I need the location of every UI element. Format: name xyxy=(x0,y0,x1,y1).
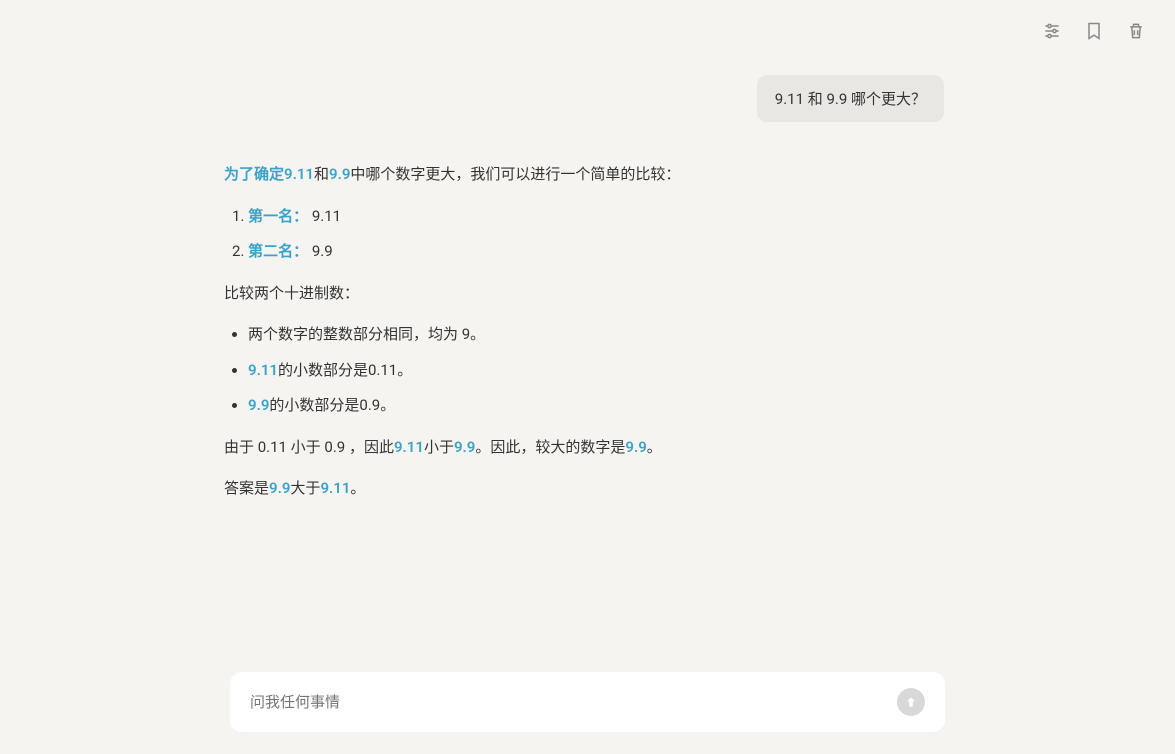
conclusion-highlight: 9.9 xyxy=(454,438,475,456)
trash-icon[interactable] xyxy=(1125,20,1147,42)
intro-highlight-1: 为了确定9.11 xyxy=(224,165,314,183)
list-value: 9.11 xyxy=(308,207,341,225)
user-message-bubble: 9.11 和 9.9 哪个更大？ xyxy=(757,75,944,122)
conclusion-text: 小于 xyxy=(424,438,454,456)
conversation-area: 9.11 和 9.9 哪个更大？ 为了确定9.11和9.9中哪个数字更大，我们可… xyxy=(224,75,944,518)
settings-icon[interactable] xyxy=(1041,20,1063,42)
list-label: 第二名： xyxy=(248,242,308,260)
assistant-message: 为了确定9.11和9.9中哪个数字更大，我们可以进行一个简单的比较： 1. 第一… xyxy=(224,162,944,502)
intro-mid1: 和 xyxy=(314,165,329,183)
intro-highlight-2: 9.9 xyxy=(329,165,350,183)
send-button[interactable] xyxy=(897,688,925,716)
message-input-bar xyxy=(230,672,945,732)
conclusion-text: 由于 0.11 小于 0.9 ，因此 xyxy=(224,438,394,456)
list-num: 2. xyxy=(232,242,248,260)
user-message-text: 9.11 和 9.9 哪个更大？ xyxy=(775,90,926,108)
intro-suffix: 中哪个数字更大，我们可以进行一个简单的比较： xyxy=(350,165,680,183)
answer-highlight: 9.11 xyxy=(320,479,350,497)
list-item: 1. 第一名： 9.11 xyxy=(232,204,944,230)
list-item: 两个数字的整数部分相同，均为 9。 xyxy=(248,322,944,348)
bullet-highlight: 9.9 xyxy=(248,396,269,414)
top-toolbar xyxy=(1041,20,1147,42)
arrow-up-icon xyxy=(904,695,918,709)
answer-text: 答案是 xyxy=(224,479,269,497)
bullet-highlight: 9.11 xyxy=(248,361,278,379)
message-input[interactable] xyxy=(250,694,897,711)
conclusion-2: 答案是9.9大于9.11。 xyxy=(224,476,944,502)
list-item: 2. 第二名： 9.9 xyxy=(232,239,944,265)
answer-text: 。 xyxy=(350,479,365,497)
ranking-list: 1. 第一名： 9.11 2. 第二名： 9.9 xyxy=(232,204,944,265)
conclusion-1: 由于 0.11 小于 0.9 ，因此9.11小于9.9。因此，较大的数字是9.9… xyxy=(224,435,944,461)
bookmark-icon[interactable] xyxy=(1083,20,1105,42)
conclusion-text: 。 xyxy=(647,438,662,456)
compare-heading: 比较两个十进制数： xyxy=(224,281,944,307)
bullet-text: 的小数部分是0.11。 xyxy=(278,361,412,379)
conclusion-highlight: 9.9 xyxy=(625,438,646,456)
answer-highlight: 9.9 xyxy=(269,479,290,497)
list-item: 9.9的小数部分是0.9。 xyxy=(248,393,944,419)
conclusion-text: 。因此，较大的数字是 xyxy=(475,438,625,456)
comparison-bullets: 两个数字的整数部分相同，均为 9。 9.11的小数部分是0.11。 9.9的小数… xyxy=(248,322,944,419)
answer-text: 大于 xyxy=(290,479,320,497)
assistant-intro: 为了确定9.11和9.9中哪个数字更大，我们可以进行一个简单的比较： xyxy=(224,162,944,188)
list-num: 1. xyxy=(232,207,248,225)
conclusion-highlight: 9.11 xyxy=(394,438,424,456)
list-item: 9.11的小数部分是0.11。 xyxy=(248,358,944,384)
bullet-text: 两个数字的整数部分相同，均为 9。 xyxy=(248,325,485,343)
list-value: 9.9 xyxy=(308,242,333,260)
bullet-text: 的小数部分是0.9。 xyxy=(269,396,395,414)
list-label: 第一名： xyxy=(248,207,308,225)
